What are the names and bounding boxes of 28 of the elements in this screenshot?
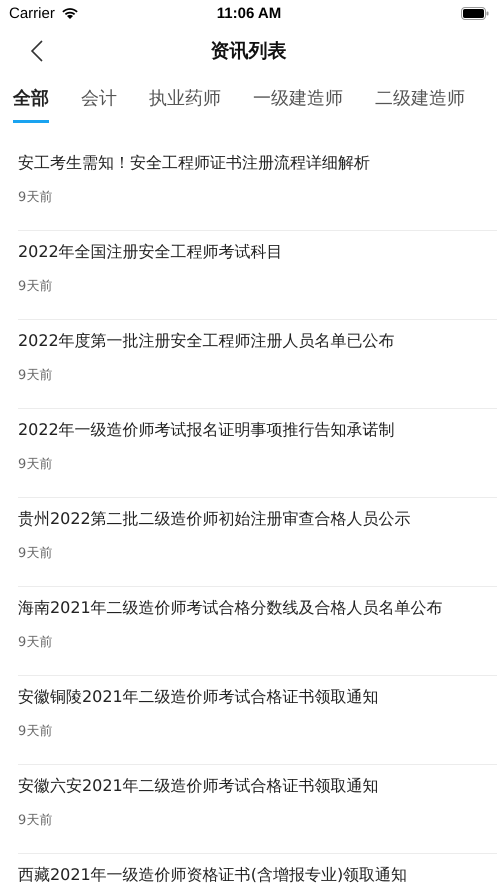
article-title[interactable]: 贵州2022第二批二级造价师初始注册审查合格人员公示 xyxy=(18,508,497,530)
carrier-label: Carrier xyxy=(9,4,55,22)
wifi-icon xyxy=(60,6,80,20)
category-tab[interactable]: 一级建造师 xyxy=(253,86,343,123)
battery-icon xyxy=(460,6,489,20)
article-date: 9天前 xyxy=(18,723,54,740)
article-date: 9天前 xyxy=(18,367,54,384)
article-date: 9天前 xyxy=(18,545,54,562)
status-time: 11:06 AM xyxy=(216,4,282,22)
article-date: 9天前 xyxy=(18,812,54,829)
article-date: 9天前 xyxy=(18,634,54,651)
article-title[interactable]: 2022年一级造价师考试报名证明事项推行告知承诺制 xyxy=(18,419,497,441)
article-date: 9天前 xyxy=(18,456,54,473)
article-date: 9天前 xyxy=(18,278,54,295)
article-title[interactable]: 安工考生需知！安全工程师证书注册流程详细解析 xyxy=(18,152,497,174)
article-title[interactable]: 安徽铜陵2021年二级造价师考试合格证书领取通知 xyxy=(18,686,497,708)
category-tab[interactable]: 二级建造师 xyxy=(375,86,465,123)
category-tab[interactable]: 会计 xyxy=(81,86,117,123)
category-tab[interactable]: 执业药师 xyxy=(149,86,221,123)
page-title: 资讯列表 xyxy=(210,39,286,64)
article-title[interactable]: 2022年度第一批注册安全工程师注册人员名单已公布 xyxy=(18,330,497,352)
article-title[interactable]: 2022年全国注册安全工程师考试科目 xyxy=(18,241,497,263)
article-date: 9天前 xyxy=(18,189,54,206)
category-tab[interactable]: 全部 xyxy=(13,86,49,123)
back-icon[interactable] xyxy=(31,40,43,62)
article-title[interactable]: 海南2021年二级造价师考试合格分数线及合格人员名单公布 xyxy=(18,597,497,619)
article-title[interactable]: 安徽六安2021年二级造价师考试合格证书领取通知 xyxy=(18,775,497,797)
article-title[interactable]: 西藏2021年一级造价师资格证书(含增报专业)领取通知 xyxy=(18,864,497,883)
